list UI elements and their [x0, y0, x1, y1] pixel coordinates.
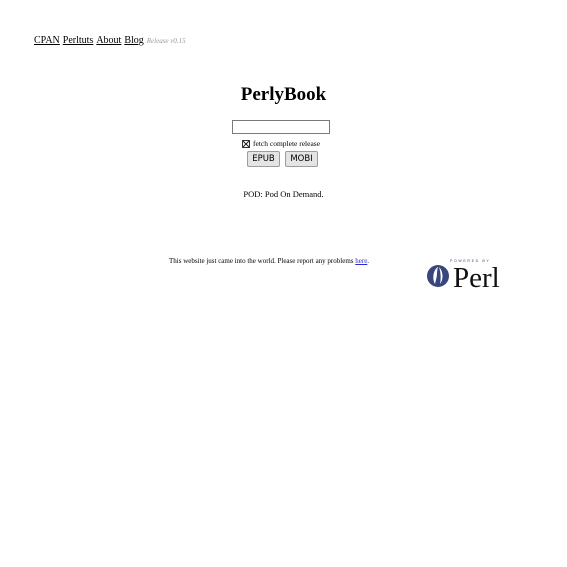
nav-link-about[interactable]: About	[96, 35, 121, 46]
module-search-input[interactable]	[232, 120, 330, 134]
report-problems-link[interactable]: here	[355, 257, 367, 265]
release-version: Release v0.15	[146, 37, 186, 45]
footer-notice-suffix: .	[367, 257, 370, 265]
page-title: PerlyBook	[240, 84, 327, 105]
checkmark-x-icon	[243, 140, 249, 147]
fetch-complete-release-option[interactable]: fetch complete release	[242, 138, 320, 149]
fetch-complete-release-label: fetch complete release	[253, 139, 321, 148]
footer-notice: This website just came into the world. P…	[169, 256, 369, 266]
perl-onion-icon	[427, 265, 449, 287]
perl-logo-graphic: POWERED BY Perl	[427, 259, 500, 294]
nav-link-perltuts[interactable]: Perltuts	[63, 35, 94, 46]
epub-button[interactable]: EPUB	[247, 151, 280, 167]
powered-by-perl-logo[interactable]: POWERED BY Perl	[426, 256, 512, 294]
fetch-complete-release-checkbox[interactable]	[242, 139, 250, 148]
nav-link-blog[interactable]: Blog	[124, 35, 143, 46]
footer-notice-text: This website just came into the world. P…	[169, 257, 356, 265]
tagline: POD: Pod On Demand.	[243, 189, 324, 199]
nav-link-cpan[interactable]: CPAN	[34, 35, 60, 46]
top-nav: CPAN Perltuts About Blog Release v0.15	[34, 34, 186, 48]
perl-wordmark: Perl	[453, 262, 500, 290]
mobi-button[interactable]: MOBI	[285, 151, 318, 167]
